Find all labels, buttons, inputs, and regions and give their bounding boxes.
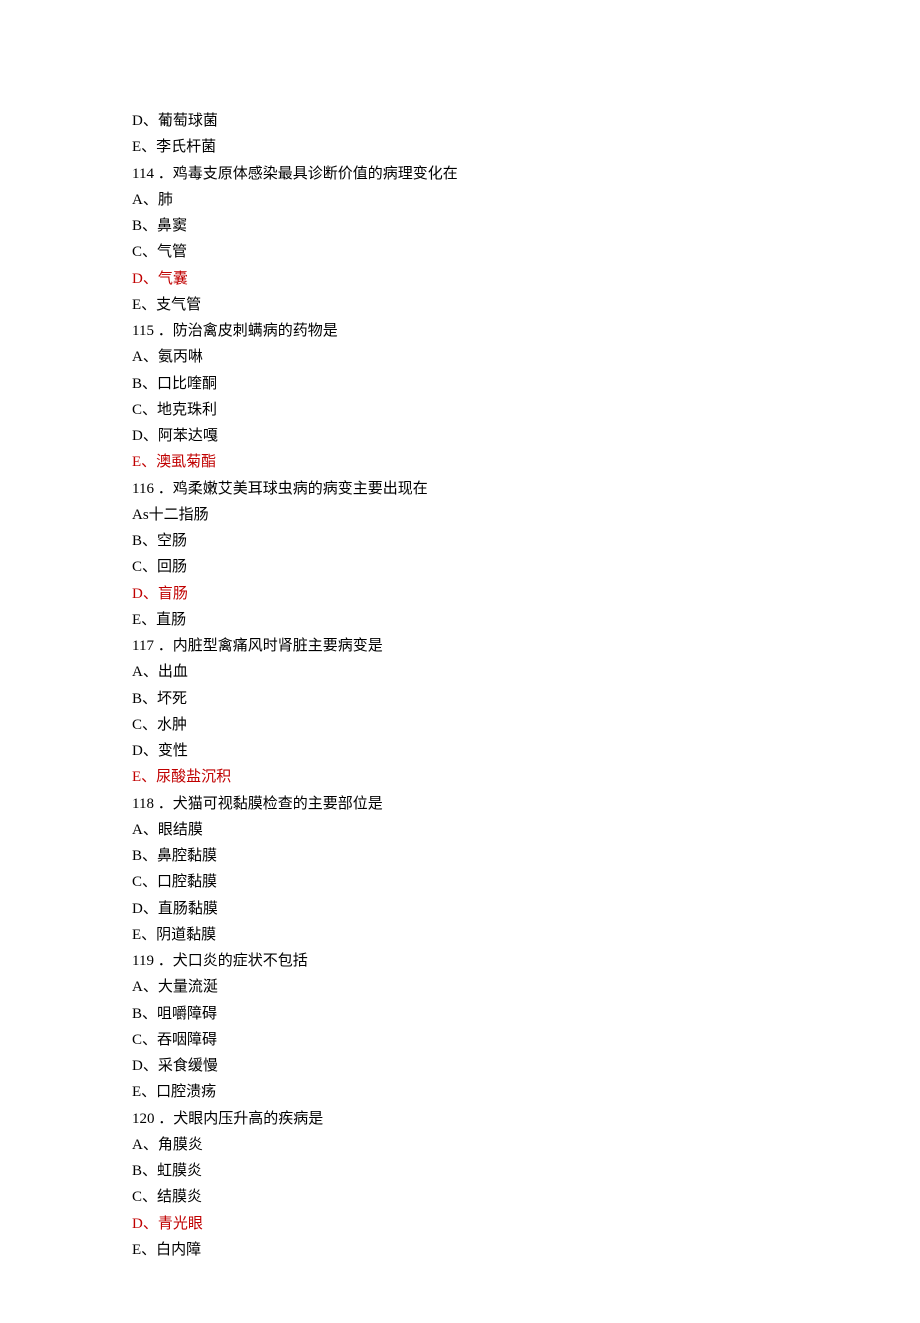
text-line: D、直肠黏膜 [132, 896, 752, 922]
text-line: C、水肿 [132, 712, 752, 738]
text-line: 116 ．鸡柔嫩艾美耳球虫病的病变主要出现在 [132, 476, 752, 502]
text-line: 114 ．鸡毒支原体感染最具诊断价值的病理变化在 [132, 161, 752, 187]
text-line: E、尿酸盐沉积 [132, 764, 752, 790]
text-line: D、盲肠 [132, 581, 752, 607]
text-line: 120 ．犬眼内压升高的疾病是 [132, 1106, 752, 1132]
text-line: D、葡萄球菌 [132, 108, 752, 134]
text-line: A、氨丙啉 [132, 344, 752, 370]
text-line: B、空肠 [132, 528, 752, 554]
text-line: E、直肠 [132, 607, 752, 633]
text-line: D、变性 [132, 738, 752, 764]
text-line: D、气囊 [132, 266, 752, 292]
text-line: C、吞咽障碍 [132, 1027, 752, 1053]
text-line: 118 ．犬猫可视黏膜检查的主要部位是 [132, 791, 752, 817]
text-line: C、回肠 [132, 554, 752, 580]
text-line: C、结膜炎 [132, 1184, 752, 1210]
text-line: E、李氏杆菌 [132, 134, 752, 160]
text-line: A、角膜炎 [132, 1132, 752, 1158]
text-line: B、口比喹酮 [132, 371, 752, 397]
text-line: B、虹膜炎 [132, 1158, 752, 1184]
text-line: D、阿苯达嘎 [132, 423, 752, 449]
text-line: D、青光眼 [132, 1211, 752, 1237]
text-line: B、咀嚼障碍 [132, 1001, 752, 1027]
text-line: A、肺 [132, 187, 752, 213]
text-line: B、鼻窦 [132, 213, 752, 239]
text-line: E、阴道黏膜 [132, 922, 752, 948]
text-line: E、口腔溃疡 [132, 1079, 752, 1105]
text-line: E、澳虱菊酯 [132, 449, 752, 475]
text-line: As十二指肠 [132, 502, 752, 528]
text-line: C、地克珠利 [132, 397, 752, 423]
text-line: B、坏死 [132, 686, 752, 712]
text-line: C、气管 [132, 239, 752, 265]
text-line: B、鼻腔黏膜 [132, 843, 752, 869]
text-line: 117 ．内脏型禽痛风时肾脏主要病变是 [132, 633, 752, 659]
text-line: E、支气管 [132, 292, 752, 318]
text-line: C、口腔黏膜 [132, 869, 752, 895]
text-line: A、大量流涎 [132, 974, 752, 1000]
text-line: 119 ．犬口炎的症状不包括 [132, 948, 752, 974]
text-line: A、出血 [132, 659, 752, 685]
text-line: D、采食缓慢 [132, 1053, 752, 1079]
document-page: D、葡萄球菌E、李氏杆菌114 ．鸡毒支原体感染最具诊断价值的病理变化在A、肺B… [0, 0, 752, 1323]
text-line: E、白内障 [132, 1237, 752, 1263]
text-line: 115 ．防治禽皮刺螨病的药物是 [132, 318, 752, 344]
text-line: A、眼结膜 [132, 817, 752, 843]
